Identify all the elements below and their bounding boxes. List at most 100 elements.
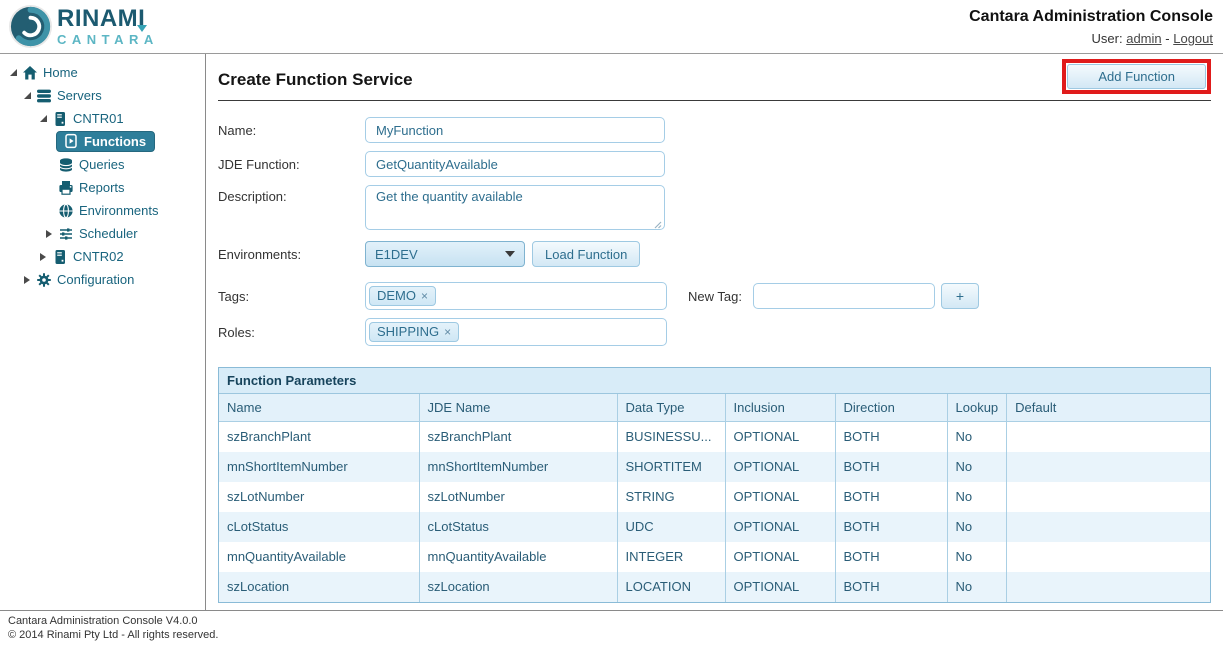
main-top: Create Function Service Add Function xyxy=(218,58,1211,94)
column-header: Inclusion xyxy=(725,394,835,422)
user-line: User: admin - Logout xyxy=(969,31,1213,46)
table-row[interactable]: mnQuantityAvailable mnQuantityAvailable … xyxy=(219,542,1210,572)
role-chip-label: SHIPPING xyxy=(377,324,439,339)
footer-copyright: © 2014 Rinami Pty Ltd - All rights reser… xyxy=(8,629,1223,643)
sidebar-item-queries[interactable]: Queries xyxy=(0,153,205,176)
name-row: Name: xyxy=(218,117,1211,143)
new-tag-group: New Tag: + xyxy=(688,283,979,309)
gear-icon xyxy=(36,272,54,288)
role-chip: SHIPPING × xyxy=(369,322,459,342)
function-form: Name: JDE Function: Description: Get the… xyxy=(218,117,1211,346)
sidebar-item-reports[interactable]: Reports xyxy=(0,176,205,199)
sidebar-item-cntr01[interactable]: CNTR01 xyxy=(0,107,205,130)
cell-lookup: No xyxy=(947,422,1007,452)
selected-item-highlight[interactable]: Functions xyxy=(56,131,155,152)
sidebar-item-label: Queries xyxy=(79,157,125,172)
jde-function-input[interactable] xyxy=(365,151,665,177)
cell-data-type: BUSINESSU... xyxy=(617,422,725,452)
expander-closed-icon[interactable] xyxy=(36,250,50,264)
remove-tag-icon[interactable]: × xyxy=(421,289,428,303)
cell-jde-name: mnShortItemNumber xyxy=(419,452,617,482)
page: RINAMI CANTARA Cantara Administration Co… xyxy=(0,0,1223,654)
table-row[interactable]: cLotStatus cLotStatus UDC OPTIONAL BOTH … xyxy=(219,512,1210,542)
new-tag-input[interactable] xyxy=(753,283,935,309)
cell-inclusion: OPTIONAL xyxy=(725,542,835,572)
app-footer: Cantara Administration Console V4.0.0 © … xyxy=(0,610,1223,653)
cell-default xyxy=(1007,572,1210,602)
logout-link[interactable]: Logout xyxy=(1173,31,1213,46)
column-header: JDE Name xyxy=(419,394,617,422)
remove-role-icon[interactable]: × xyxy=(444,325,451,339)
function-parameters-table: Function Parameters Name JDE Name Data T… xyxy=(218,367,1211,603)
description-textarea[interactable]: Get the quantity available xyxy=(365,185,665,230)
add-tag-button[interactable]: + xyxy=(941,283,979,309)
table-row[interactable]: mnShortItemNumber mnShortItemNumber SHOR… xyxy=(219,452,1210,482)
name-input[interactable] xyxy=(365,117,665,143)
expander-closed-icon[interactable] xyxy=(42,227,56,241)
environments-label: Environments: xyxy=(218,246,365,262)
cell-jde-name: mnQuantityAvailable xyxy=(419,542,617,572)
footer-version: Cantara Administration Console V4.0.0 xyxy=(8,615,1223,629)
roles-input[interactable]: SHIPPING × xyxy=(365,318,667,346)
annotation-highlight-box: Add Function xyxy=(1062,59,1211,94)
user-separator: - xyxy=(1165,31,1169,46)
cell-inclusion: OPTIONAL xyxy=(725,452,835,482)
user-name-link[interactable]: admin xyxy=(1126,31,1161,46)
cell-data-type: STRING xyxy=(617,482,725,512)
environments-selected-value: E1DEV xyxy=(375,247,418,262)
add-function-button[interactable]: Add Function xyxy=(1067,64,1206,89)
cell-direction: BOTH xyxy=(835,422,947,452)
sidebar-item-configuration[interactable]: Configuration xyxy=(0,268,205,291)
resize-handle-icon[interactable] xyxy=(654,221,662,229)
chevron-down-icon xyxy=(505,251,515,257)
home-icon xyxy=(22,65,40,81)
sidebar-item-environments[interactable]: Environments xyxy=(0,199,205,222)
table-row[interactable]: szBranchPlant szBranchPlant BUSINESSU...… xyxy=(219,422,1210,452)
cell-lookup: No xyxy=(947,452,1007,482)
expander-open-icon[interactable] xyxy=(20,89,34,103)
cell-data-type: SHORTITEM xyxy=(617,452,725,482)
cell-lookup: No xyxy=(947,482,1007,512)
environments-select[interactable]: E1DEV xyxy=(365,241,525,267)
cell-data-type: LOCATION xyxy=(617,572,725,602)
cell-default xyxy=(1007,512,1210,542)
cell-direction: BOTH xyxy=(835,482,947,512)
roles-row: Roles: SHIPPING × xyxy=(218,318,1211,346)
new-tag-label: New Tag: xyxy=(688,289,742,304)
sidebar-item-scheduler[interactable]: Scheduler xyxy=(0,222,205,245)
cell-lookup: No xyxy=(947,542,1007,572)
server-icon xyxy=(52,249,70,265)
tags-input[interactable]: DEMO × xyxy=(365,282,667,310)
user-label: User: xyxy=(1092,31,1123,46)
cell-name: szLocation xyxy=(219,572,419,602)
cell-name: cLotStatus xyxy=(219,512,419,542)
logo-line1: RINAMI xyxy=(57,7,145,31)
rinami-logo: RINAMI CANTARA xyxy=(8,4,159,49)
cell-default xyxy=(1007,482,1210,512)
logo-accent-triangle-icon xyxy=(137,25,147,32)
title-divider xyxy=(218,100,1211,101)
sidebar-item-functions[interactable]: Functions xyxy=(0,130,205,153)
expander-open-icon[interactable] xyxy=(6,66,20,80)
cell-inclusion: OPTIONAL xyxy=(725,512,835,542)
sidebar-item-home[interactable]: Home xyxy=(0,61,205,84)
cell-name: mnQuantityAvailable xyxy=(219,542,419,572)
load-function-button[interactable]: Load Function xyxy=(532,241,640,267)
column-header: Default xyxy=(1007,394,1210,422)
cell-name: szLotNumber xyxy=(219,482,419,512)
cell-data-type: UDC xyxy=(617,512,725,542)
table-row[interactable]: szLotNumber szLotNumber STRING OPTIONAL … xyxy=(219,482,1210,512)
tags-row: Tags: DEMO × New Tag: + xyxy=(218,282,1211,310)
table-row[interactable]: szLocation szLocation LOCATION OPTIONAL … xyxy=(219,572,1210,602)
tag-chip-label: DEMO xyxy=(377,288,416,303)
sidebar-item-servers[interactable]: Servers xyxy=(0,84,205,107)
sidebar-item-cntr02[interactable]: CNTR02 xyxy=(0,245,205,268)
expander-closed-icon[interactable] xyxy=(20,273,34,287)
cell-jde-name: cLotStatus xyxy=(419,512,617,542)
header-right: Cantara Administration Console User: adm… xyxy=(969,4,1213,46)
cell-inclusion: OPTIONAL xyxy=(725,422,835,452)
expander-open-icon[interactable] xyxy=(36,112,50,126)
cell-name: szBranchPlant xyxy=(219,422,419,452)
cell-data-type: INTEGER xyxy=(617,542,725,572)
server-icon xyxy=(52,111,70,127)
